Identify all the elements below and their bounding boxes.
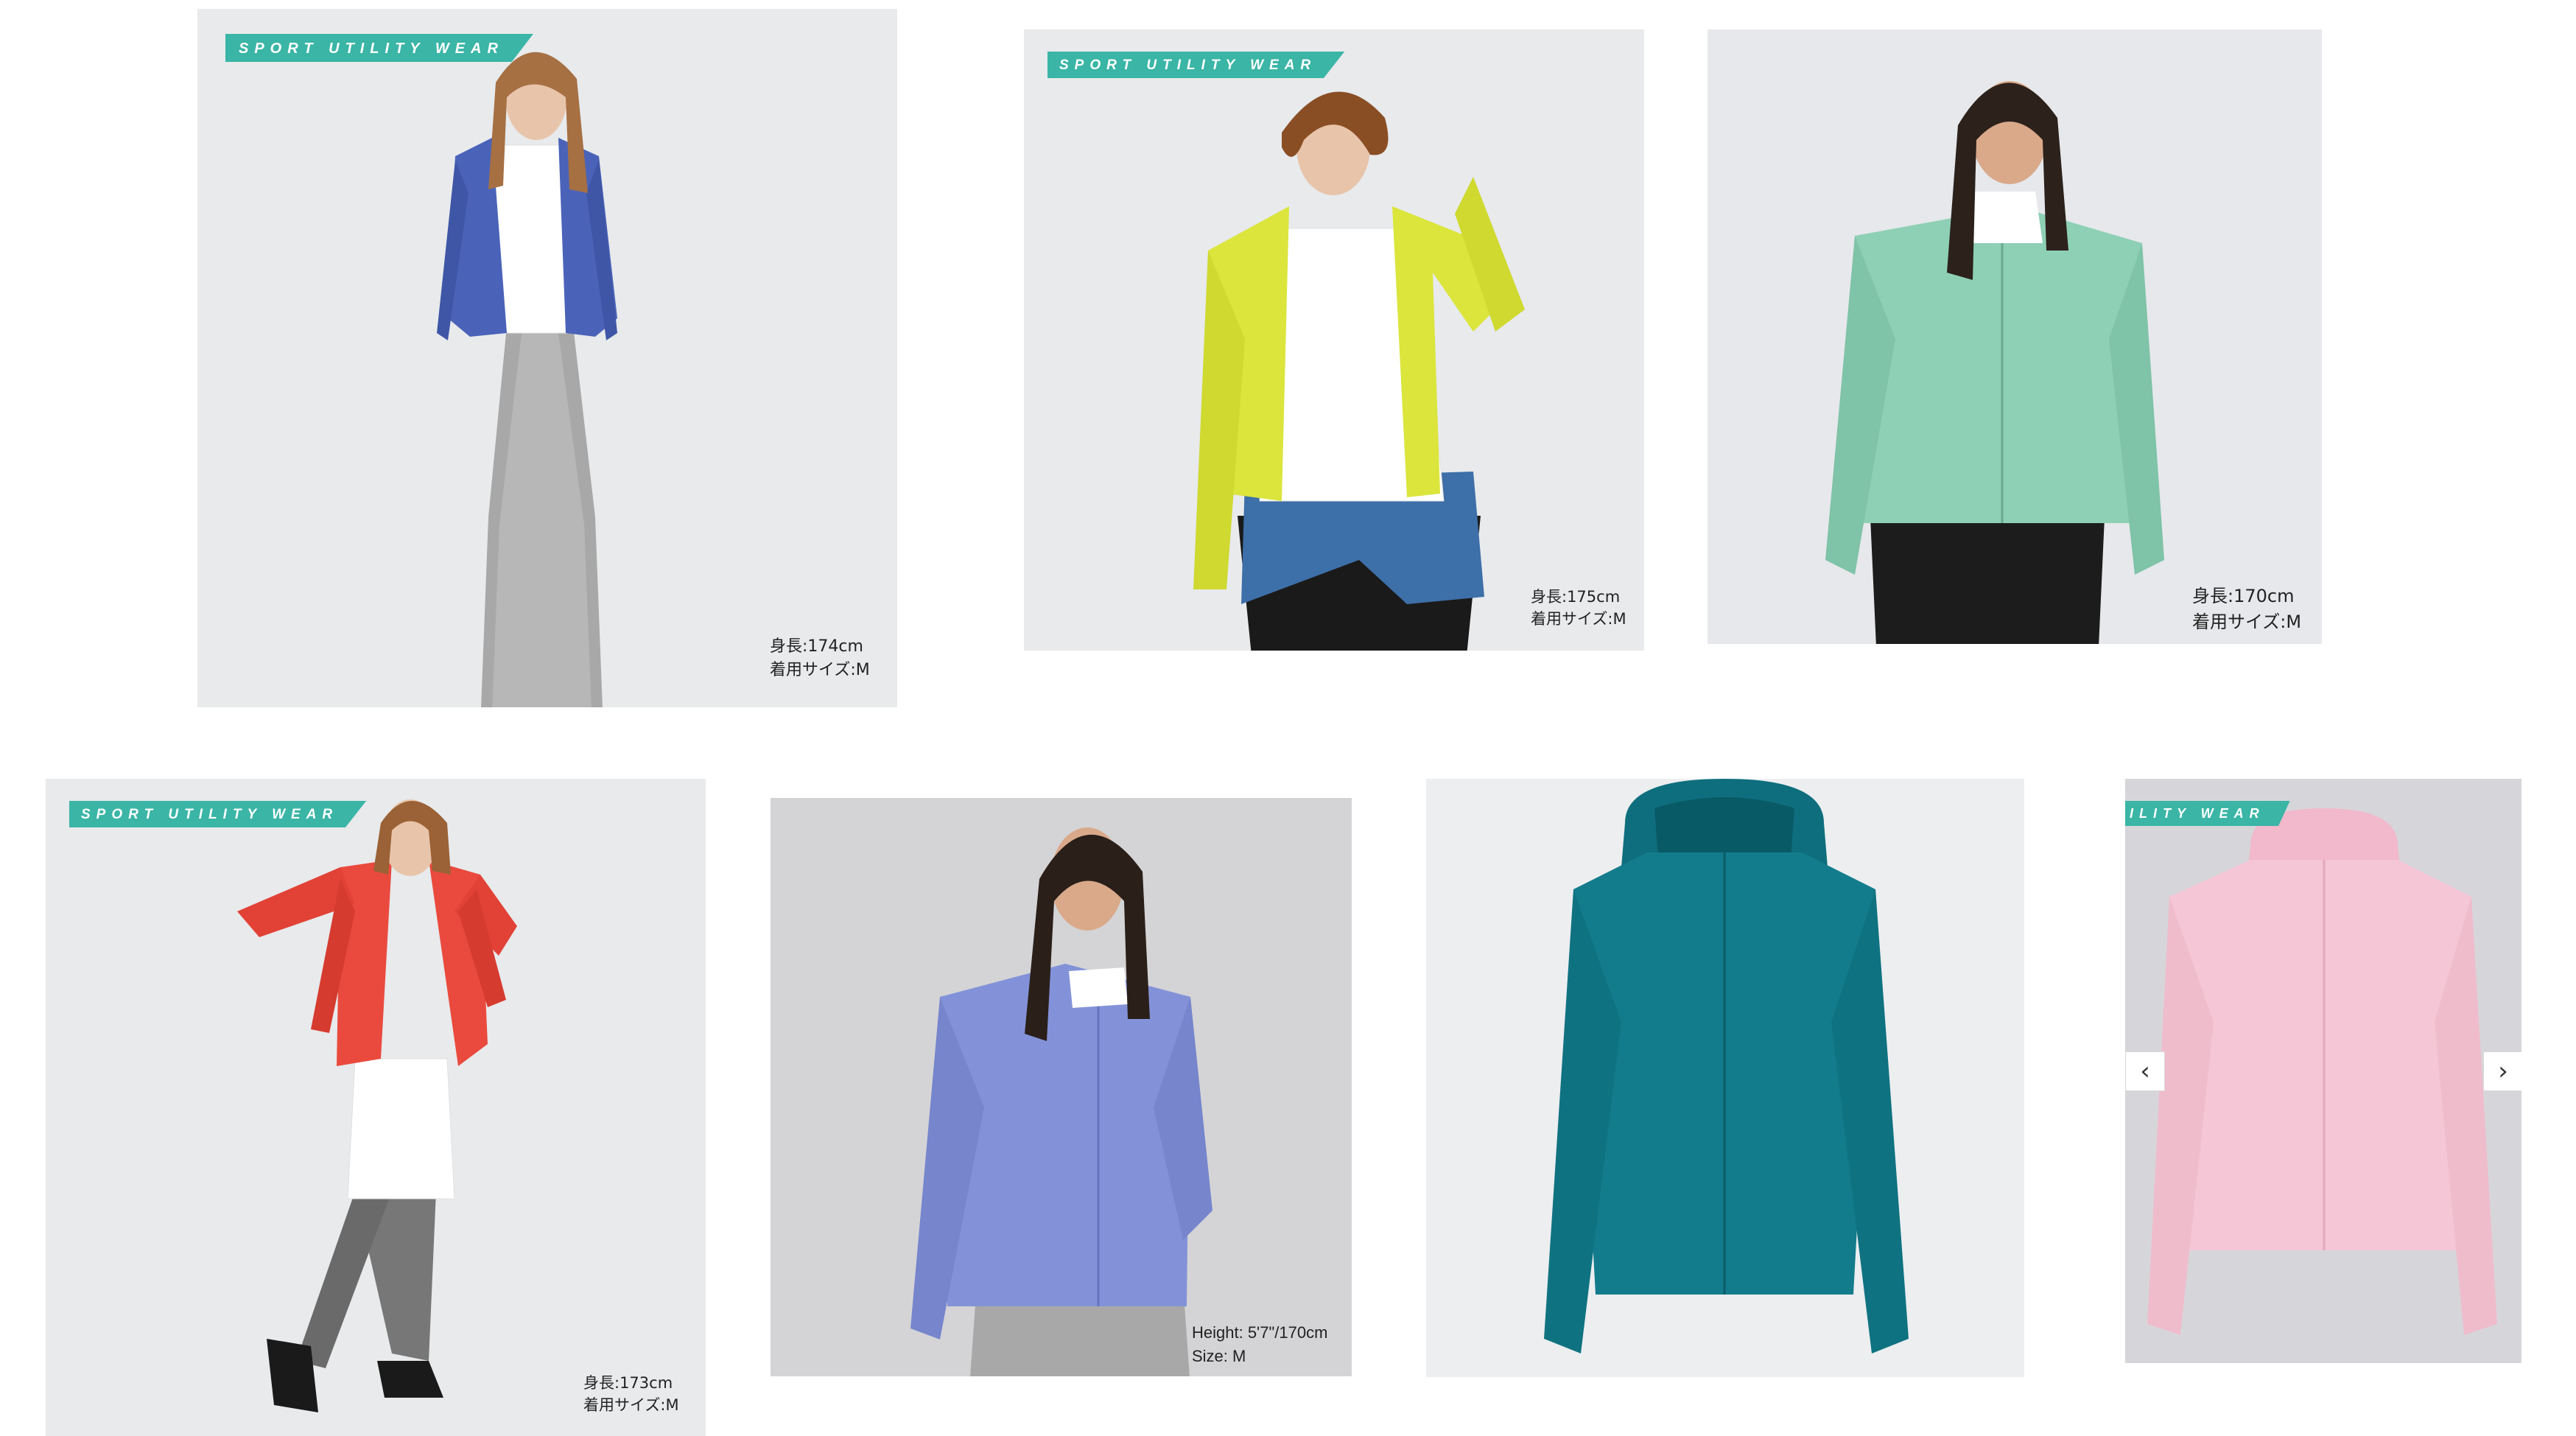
product-photo-lime-hoodie xyxy=(1024,29,1644,651)
product-tile-teal-hoodie[interactable] xyxy=(1426,779,2024,1377)
product-photo-mint-hoodie xyxy=(1708,29,2322,644)
sport-utility-wear-badge: SPORT UTILITY WEAR xyxy=(69,801,367,827)
carousel-prev-button[interactable]: ‹ xyxy=(2125,1051,2165,1091)
model-height-label: 身長:173cm xyxy=(583,1374,673,1392)
model-size-label: 着用サイズ:M xyxy=(583,1396,679,1415)
model-size-caption: 身長:174cm 着用サイズ:M xyxy=(770,635,870,682)
product-tile-mint-hoodie[interactable]: 身長:170cm 着用サイズ:M xyxy=(1708,29,2322,644)
model-size-caption: Height: 5'7"/170cm Size: M xyxy=(1192,1321,1327,1368)
model-size-label: Size: M xyxy=(1192,1346,1246,1365)
product-photo-periwinkle-hoodie xyxy=(771,798,1352,1376)
product-tile-periwinkle-hoodie[interactable]: Height: 5'7"/170cm Size: M xyxy=(771,798,1352,1376)
product-tile-blue-hoodie[interactable]: SPORT UTILITY WEAR 身長:174cm 着用サイズ:M xyxy=(197,9,897,707)
model-size-label: 着用サイズ:M xyxy=(1531,610,1626,628)
model-size-caption: 身長:173cm 着用サイズ:M xyxy=(583,1372,679,1417)
product-tile-red-hoodie[interactable]: SPORT UTILITY WEAR 身長:173cm 着用サイズ:M xyxy=(46,779,706,1436)
model-size-label: 着用サイズ:M xyxy=(2192,611,2302,632)
product-tile-lime-hoodie[interactable]: SPORT UTILITY WEAR 身長:175cm 着用サイズ:M xyxy=(1024,29,1644,651)
model-height-label: 身長:174cm xyxy=(770,637,863,656)
product-photo-teal-hoodie xyxy=(1426,779,2024,1377)
carousel-next-button[interactable]: › xyxy=(2483,1051,2521,1091)
sport-utility-wear-badge: SPORT UTILITY WEAR xyxy=(225,34,533,62)
product-photo-blue-hoodie xyxy=(197,9,897,707)
product-photo-red-hoodie xyxy=(46,779,706,1436)
model-height-label: 身長:170cm xyxy=(2192,586,2295,606)
model-size-label: 着用サイズ:M xyxy=(770,660,870,679)
sport-utility-wear-badge: ILITY WEAR xyxy=(2125,801,2290,826)
model-size-caption: 身長:170cm 着用サイズ:M xyxy=(2192,584,2301,635)
model-size-caption: 身長:175cm 着用サイズ:M xyxy=(1531,586,1626,631)
sport-utility-wear-badge: SPORT UTILITY WEAR xyxy=(1047,52,1345,78)
model-height-label: 身長:175cm xyxy=(1531,588,1621,606)
product-photo-pink-hoodie xyxy=(2125,779,2521,1363)
model-height-label: Height: 5'7"/170cm xyxy=(1192,1323,1328,1342)
product-tile-pink-hoodie[interactable]: ILITY WEAR ‹ › xyxy=(2125,779,2521,1363)
